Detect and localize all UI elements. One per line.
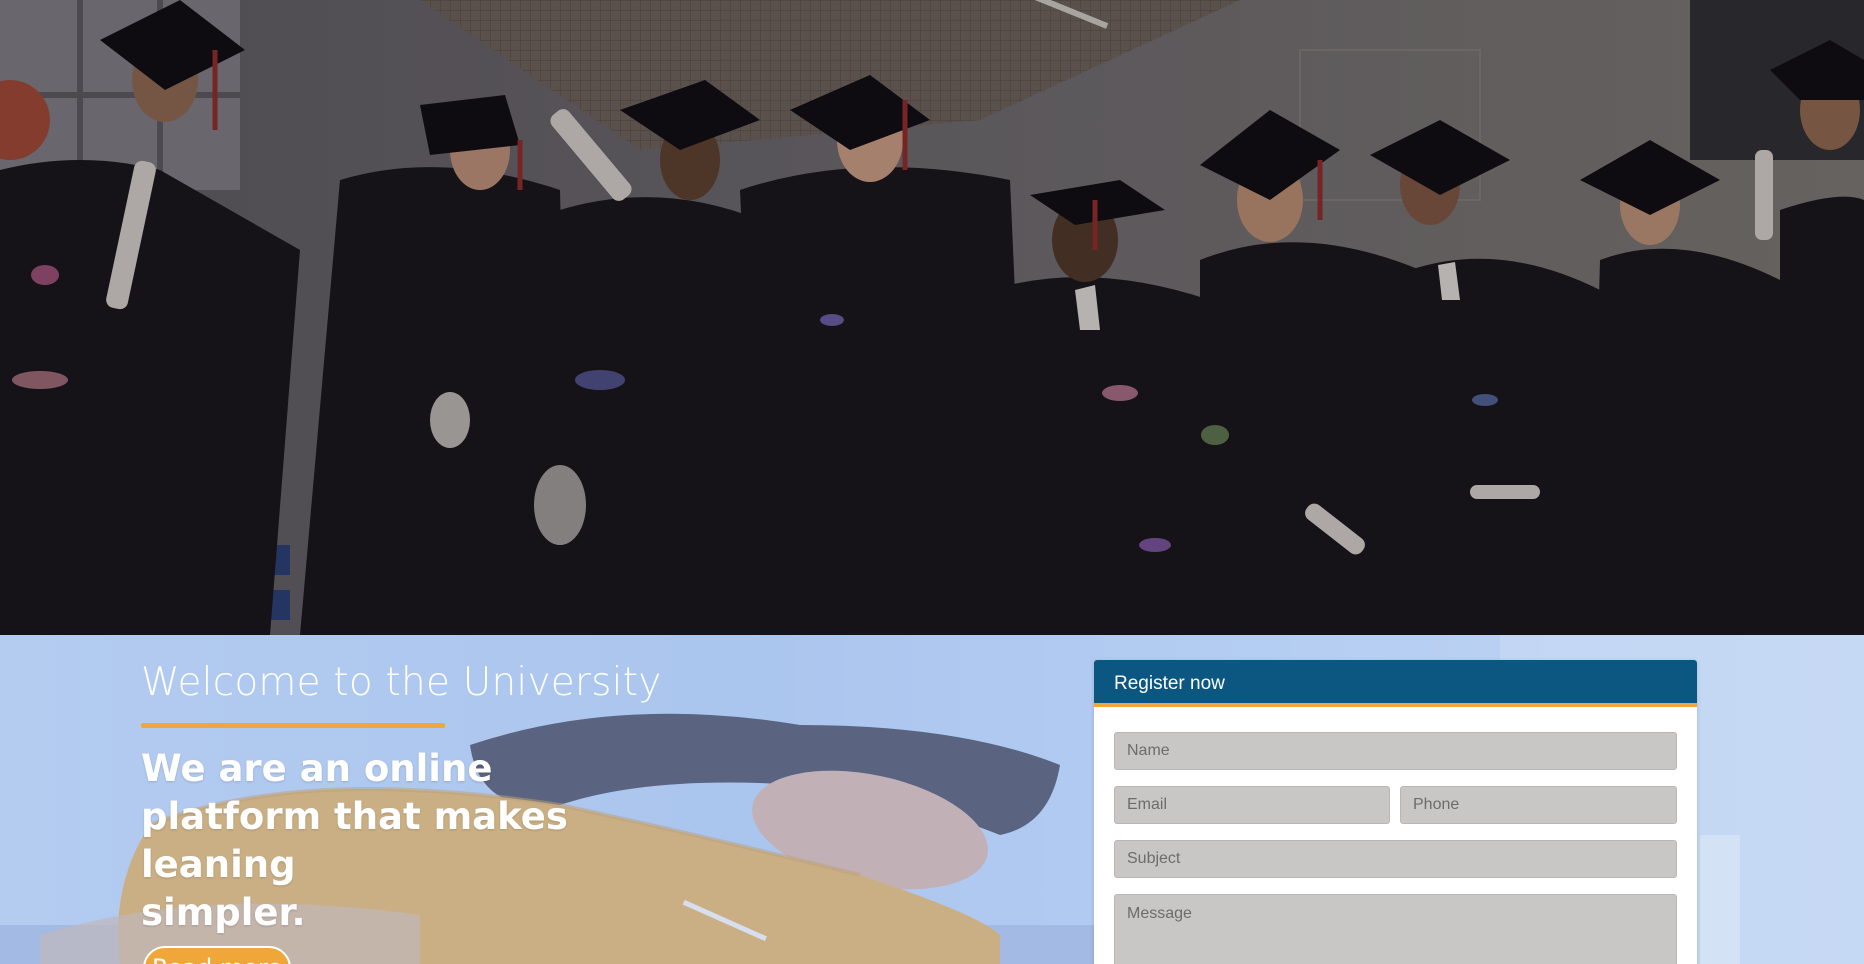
register-form: Register now <box>1094 660 1697 964</box>
hero-overlay <box>0 0 1864 635</box>
read-more-button[interactable]: Read more <box>143 946 291 964</box>
email-input[interactable] <box>1114 786 1390 824</box>
title-underline <box>141 723 445 728</box>
intro-section: Welcome to the University We are an onli… <box>0 635 1864 964</box>
welcome-title: Welcome to the University <box>141 660 662 705</box>
tagline-line-1: We are an online <box>141 747 493 790</box>
register-header: Register now <box>1094 660 1697 707</box>
message-textarea[interactable] <box>1114 894 1677 964</box>
phone-input[interactable] <box>1400 786 1677 824</box>
tagline: We are an online platform that makes lea… <box>141 745 721 937</box>
register-title: Register now <box>1114 673 1225 694</box>
subject-input[interactable] <box>1114 840 1677 878</box>
tagline-line-3: simpler. <box>141 891 306 934</box>
name-input[interactable] <box>1114 732 1677 770</box>
hero-banner <box>0 0 1864 635</box>
tagline-line-2: platform that makes leaning <box>141 795 568 886</box>
